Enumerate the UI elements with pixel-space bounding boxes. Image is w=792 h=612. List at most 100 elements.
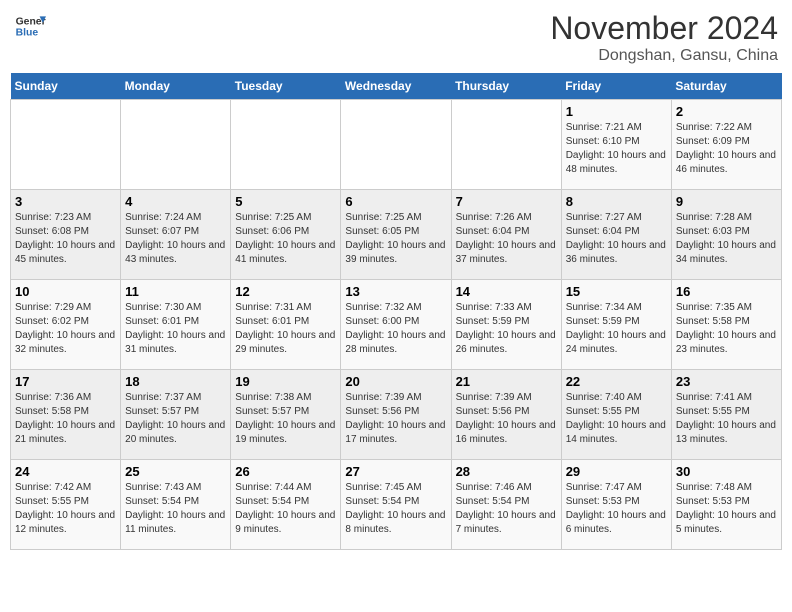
day-info: Sunrise: 7:41 AM Sunset: 5:55 PM Dayligh… — [676, 391, 777, 447]
day-info: Sunrise: 7:38 AM Sunset: 5:57 PM Dayligh… — [235, 391, 336, 447]
page-header: General Blue November 2024 Dongshan, Gan… — [10, 10, 782, 65]
day-info: Sunrise: 7:35 AM Sunset: 5:58 PM Dayligh… — [676, 301, 777, 357]
day-number: 23 — [676, 374, 777, 389]
day-number: 18 — [125, 374, 226, 389]
calendar-cell: 14Sunrise: 7:33 AM Sunset: 5:59 PM Dayli… — [451, 280, 561, 370]
calendar-cell: 28 Sunrise: 7:46 AM Sunset: 5:54 PM Dayli… — [451, 460, 561, 550]
day-number: 4 — [125, 194, 226, 209]
day-info: Sunrise: 7:47 AM Sunset: 5:53 PM Dayligh… — [566, 481, 667, 537]
day-number: 10 — [15, 284, 116, 299]
day-info: Sunrise: 7:46 AM Sunset: 5:54 PM Dayligh… — [456, 481, 557, 537]
calendar-cell: 19Sunrise: 7:38 AM Sunset: 5:57 PM Dayli… — [231, 370, 341, 460]
day-number: 8 — [566, 194, 667, 209]
day-info: Sunrise: 7:21 AM Sunset: 6:10 PM Dayligh… — [566, 121, 667, 177]
day-number: 13 — [345, 284, 446, 299]
calendar-cell: 24Sunrise: 7:42 AM Sunset: 5:55 PM Dayli… — [11, 460, 121, 550]
title-block: November 2024 Dongshan, Gansu, China — [550, 10, 778, 65]
calendar-cell: 10 Sunrise: 7:29 AM Sunset: 6:02 PM Dayli… — [11, 280, 121, 370]
calendar-cell — [341, 100, 451, 190]
day-info: Sunrise: 7:23 AM Sunset: 6:08 PM Dayligh… — [15, 211, 116, 267]
day-number: 7 — [456, 194, 557, 209]
day-number: 25 — [125, 464, 226, 479]
day-info: Sunrise: 7:48 AM Sunset: 5:53 PM Dayligh… — [676, 481, 777, 537]
calendar-title: November 2024 — [550, 10, 778, 47]
calendar-cell: 17 Sunrise: 7:36 AM Sunset: 5:58 PM Dayli… — [11, 370, 121, 460]
day-number: 30 — [676, 464, 777, 479]
weekday-header-tuesday: Tuesday — [231, 73, 341, 100]
day-info: Sunrise: 7:45 AM Sunset: 5:54 PM Dayligh… — [345, 481, 446, 537]
weekday-header-thursday: Thursday — [451, 73, 561, 100]
calendar-cell: 3 Sunrise: 7:23 AM Sunset: 6:08 PM Daylig… — [11, 190, 121, 280]
calendar-cell: 30 Sunrise: 7:48 AM Sunset: 5:53 PM Dayli… — [671, 460, 781, 550]
day-info: Sunrise: 7:31 AM Sunset: 6:01 PM Dayligh… — [235, 301, 336, 357]
day-number: 11 — [125, 284, 226, 299]
day-number: 21 — [456, 374, 557, 389]
calendar-cell — [121, 100, 231, 190]
day-number: 17 — [15, 374, 116, 389]
calendar-cell: 26 Sunrise: 7:44 AM Sunset: 5:54 PM Dayli… — [231, 460, 341, 550]
day-info: Sunrise: 7:37 AM Sunset: 5:57 PM Dayligh… — [125, 391, 226, 447]
calendar-cell: 6 Sunrise: 7:25 AM Sunset: 6:05 PM Daylig… — [341, 190, 451, 280]
day-number: 3 — [15, 194, 116, 209]
day-info: Sunrise: 7:27 AM Sunset: 6:04 PM Dayligh… — [566, 211, 667, 267]
day-number: 9 — [676, 194, 777, 209]
calendar-cell: 2Sunrise: 7:22 AM Sunset: 6:09 PM Daylig… — [671, 100, 781, 190]
calendar-table: SundayMondayTuesdayWednesdayThursdayFrid… — [10, 73, 782, 550]
weekday-header-wednesday: Wednesday — [341, 73, 451, 100]
day-info: Sunrise: 7:30 AM Sunset: 6:01 PM Dayligh… — [125, 301, 226, 357]
day-info: Sunrise: 7:42 AM Sunset: 5:55 PM Dayligh… — [15, 481, 116, 537]
calendar-cell: 13 Sunrise: 7:32 AM Sunset: 6:00 PM Dayli… — [341, 280, 451, 370]
svg-text:Blue: Blue — [16, 28, 39, 39]
day-info: Sunrise: 7:25 AM Sunset: 6:06 PM Dayligh… — [235, 211, 336, 267]
calendar-cell: 29 Sunrise: 7:47 AM Sunset: 5:53 PM Dayli… — [561, 460, 671, 550]
calendar-cell: 22 Sunrise: 7:40 AM Sunset: 5:55 PM Dayli… — [561, 370, 671, 460]
day-number: 22 — [566, 374, 667, 389]
calendar-cell: 25Sunrise: 7:43 AM Sunset: 5:54 PM Dayli… — [121, 460, 231, 550]
calendar-cell: 27 Sunrise: 7:45 AM Sunset: 5:54 PM Dayli… — [341, 460, 451, 550]
day-info: Sunrise: 7:34 AM Sunset: 5:59 PM Dayligh… — [566, 301, 667, 357]
calendar-cell: 7Sunrise: 7:26 AM Sunset: 6:04 PM Daylig… — [451, 190, 561, 280]
day-number: 26 — [235, 464, 336, 479]
day-number: 20 — [345, 374, 446, 389]
weekday-header-sunday: Sunday — [11, 73, 121, 100]
logo-icon: General Blue — [14, 10, 46, 42]
calendar-cell: 12 Sunrise: 7:31 AM Sunset: 6:01 PM Dayli… — [231, 280, 341, 370]
calendar-cell — [11, 100, 121, 190]
day-info: Sunrise: 7:36 AM Sunset: 5:58 PM Dayligh… — [15, 391, 116, 447]
day-info: Sunrise: 7:29 AM Sunset: 6:02 PM Dayligh… — [15, 301, 116, 357]
calendar-cell: 15Sunrise: 7:34 AM Sunset: 5:59 PM Dayli… — [561, 280, 671, 370]
day-number: 29 — [566, 464, 667, 479]
calendar-cell — [231, 100, 341, 190]
day-info: Sunrise: 7:40 AM Sunset: 5:55 PM Dayligh… — [566, 391, 667, 447]
day-number: 2 — [676, 104, 777, 119]
weekday-header-row: SundayMondayTuesdayWednesdayThursdayFrid… — [11, 73, 782, 100]
calendar-cell: 18 Sunrise: 7:37 AM Sunset: 5:57 PM Dayli… — [121, 370, 231, 460]
calendar-cell: 1 Sunrise: 7:21 AM Sunset: 6:10 PM Daylig… — [561, 100, 671, 190]
calendar-cell: 20 Sunrise: 7:39 AM Sunset: 5:56 PM Dayli… — [341, 370, 451, 460]
day-info: Sunrise: 7:24 AM Sunset: 6:07 PM Dayligh… — [125, 211, 226, 267]
weekday-header-friday: Friday — [561, 73, 671, 100]
calendar-week-2: 3 Sunrise: 7:23 AM Sunset: 6:08 PM Daylig… — [11, 190, 782, 280]
calendar-cell: 8 Sunrise: 7:27 AM Sunset: 6:04 PM Daylig… — [561, 190, 671, 280]
day-number: 16 — [676, 284, 777, 299]
day-info: Sunrise: 7:33 AM Sunset: 5:59 PM Dayligh… — [456, 301, 557, 357]
day-number: 12 — [235, 284, 336, 299]
calendar-week-1: 1 Sunrise: 7:21 AM Sunset: 6:10 PM Daylig… — [11, 100, 782, 190]
weekday-header-saturday: Saturday — [671, 73, 781, 100]
weekday-header-monday: Monday — [121, 73, 231, 100]
day-number: 28 — [456, 464, 557, 479]
day-number: 27 — [345, 464, 446, 479]
day-info: Sunrise: 7:39 AM Sunset: 5:56 PM Dayligh… — [345, 391, 446, 447]
day-info: Sunrise: 7:39 AM Sunset: 5:56 PM Dayligh… — [456, 391, 557, 447]
day-info: Sunrise: 7:25 AM Sunset: 6:05 PM Dayligh… — [345, 211, 446, 267]
day-number: 6 — [345, 194, 446, 209]
day-info: Sunrise: 7:44 AM Sunset: 5:54 PM Dayligh… — [235, 481, 336, 537]
calendar-cell: 16 Sunrise: 7:35 AM Sunset: 5:58 PM Dayli… — [671, 280, 781, 370]
calendar-subtitle: Dongshan, Gansu, China — [550, 47, 778, 65]
calendar-cell: 21 Sunrise: 7:39 AM Sunset: 5:56 PM Dayli… — [451, 370, 561, 460]
day-info: Sunrise: 7:32 AM Sunset: 6:00 PM Dayligh… — [345, 301, 446, 357]
logo: General Blue — [14, 10, 50, 42]
day-number: 1 — [566, 104, 667, 119]
day-number: 5 — [235, 194, 336, 209]
calendar-cell: 5 Sunrise: 7:25 AM Sunset: 6:06 PM Daylig… — [231, 190, 341, 280]
